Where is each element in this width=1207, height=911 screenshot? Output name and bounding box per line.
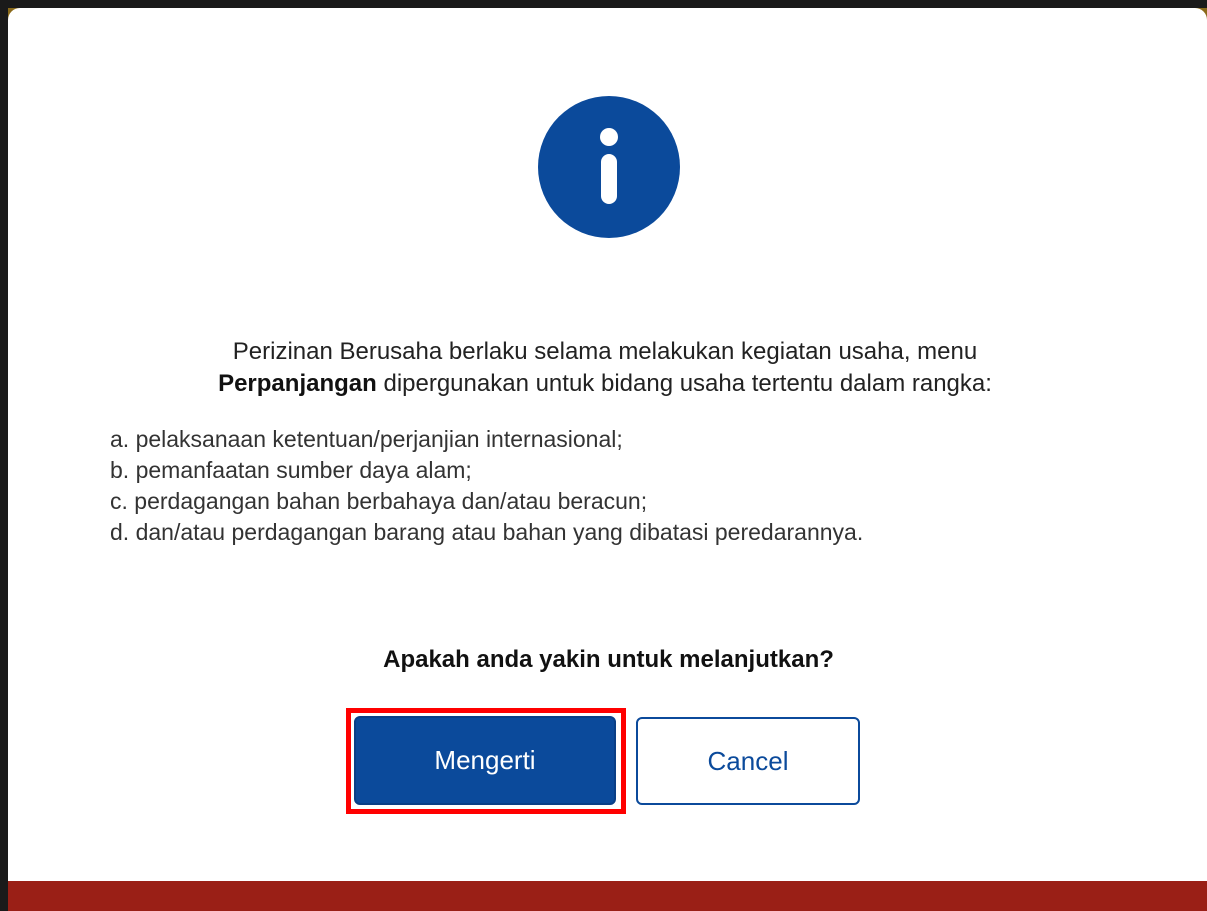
mengerti-button[interactable]: Mengerti <box>354 716 616 805</box>
list-item: d. dan/atau perdagangan barang atau baha… <box>110 519 864 545</box>
backdrop-bottom-bar <box>0 881 1207 911</box>
message-line-1: Perizinan Berusaha berlaku selama melaku… <box>232 338 978 365</box>
list-item: a. pelaksanaan ketentuan/perjanjian inte… <box>110 426 623 452</box>
message-line-2: dipergunakan untuk bidang usaha tertentu… <box>376 370 992 397</box>
cancel-button-label: Cancel <box>707 745 789 776</box>
list-item: c. perdagangan bahan berbahaya dan/atau … <box>110 488 648 514</box>
confirmation-question: Apakah anda yakin untuk melanjutkan? <box>383 646 834 673</box>
mengerti-button-label: Mengerti <box>434 745 536 775</box>
dialog-message: Perizinan Berusaha berlaku selama melaku… <box>100 336 1110 400</box>
backdrop-left-edge <box>0 0 8 911</box>
list-item: b. pemanfaatan sumber daya alam; <box>110 457 472 483</box>
cancel-button[interactable]: Cancel <box>636 717 860 805</box>
backdrop-top-edge <box>0 0 1207 8</box>
condition-list: a. pelaksanaan ketentuan/perjanjian inte… <box>110 424 1170 548</box>
message-bold-term: Perpanjangan <box>218 370 377 397</box>
info-circle-icon <box>538 96 680 238</box>
screen: Perizinan Berusaha berlaku selama melaku… <box>0 0 1207 911</box>
